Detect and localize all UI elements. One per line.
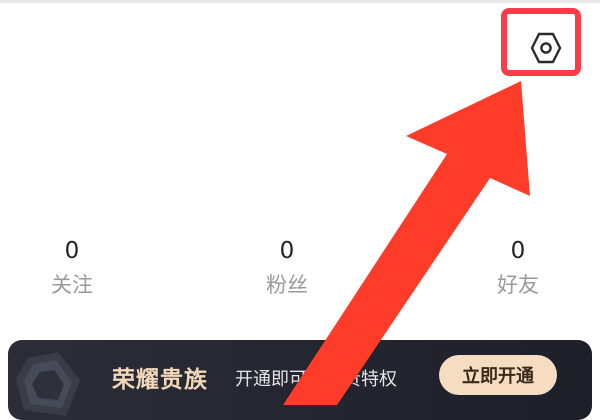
stat-friends[interactable]: 0 好友 [478,236,558,300]
stat-fans-label: 粉丝 [266,273,308,297]
top-divider [0,0,600,3]
vip-description: 开通即可享尊贵特权 [235,369,397,390]
highlight-box [501,8,581,76]
stat-fans[interactable]: 0 粉丝 [247,236,327,300]
stat-following[interactable]: 0 关注 [32,236,112,300]
vip-badge-icon [16,352,80,416]
vip-banner[interactable]: 荣耀贵族 开通即可享尊贵特权 立即开通 [8,340,592,420]
activate-vip-button[interactable]: 立即开通 [439,355,557,395]
vip-title: 荣耀贵族 [112,367,208,393]
stat-following-label: 关注 [51,273,93,297]
stat-following-count: 0 [64,238,80,264]
stat-friends-count: 0 [510,238,526,264]
stat-fans-count: 0 [279,238,295,264]
stat-friends-label: 好友 [497,273,539,297]
